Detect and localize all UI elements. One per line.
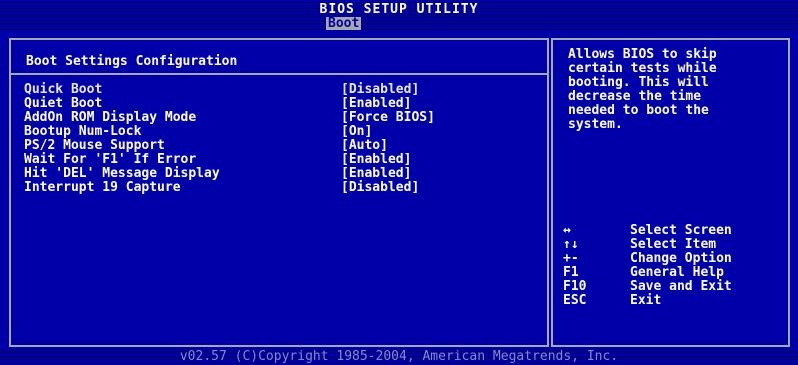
left-right-arrow-icon: ↔ <box>563 223 571 238</box>
setting-value[interactable]: [Disabled] <box>341 181 419 195</box>
setting-value[interactable]: [Disabled] <box>341 83 419 97</box>
setting-label: Hit 'DEL' Message Display <box>24 166 220 181</box>
help-line: decrease the time <box>568 89 702 104</box>
app-title: BIOS SETUP UTILITY <box>319 2 479 17</box>
setting-interrupt-19-capture[interactable]: Interrupt 19 Capture [Disabled] <box>24 181 524 195</box>
setting-label: PS/2 Mouse Support <box>24 138 165 153</box>
key-description: Save and Exit <box>630 279 732 294</box>
help-line: booting. This will <box>568 75 709 90</box>
setting-label: AddOn ROM Display Mode <box>24 110 197 125</box>
setting-wait-for-f1[interactable]: Wait For 'F1' If Error [Enabled] <box>24 153 524 167</box>
heading-divider <box>11 73 547 75</box>
setting-value[interactable]: [Force BIOS] <box>341 111 435 125</box>
up-down-arrow-icon: ↑↓ <box>563 237 579 252</box>
footer-bar: v02.57 (C)Copyright 1985-2004, American … <box>0 348 798 365</box>
setting-addon-rom-display-mode[interactable]: AddOn ROM Display Mode [Force BIOS] <box>24 111 524 125</box>
help-line: certain tests while <box>568 61 717 76</box>
copyright-text: v02.57 (C)Copyright 1985-2004, American … <box>179 349 619 364</box>
setting-quick-boot[interactable]: Quick Boot [Disabled] <box>24 83 524 97</box>
setting-hit-del-message[interactable]: Hit 'DEL' Message Display [Enabled] <box>24 167 524 181</box>
settings-panel: Boot Settings Configuration Quick Boot [… <box>9 38 549 347</box>
esc-key: ESC <box>563 293 587 308</box>
key-description: General Help <box>630 265 724 280</box>
setting-value[interactable]: [Enabled] <box>341 167 411 181</box>
plus-minus-key: +- <box>563 251 579 266</box>
key-description: Select Item <box>630 237 717 252</box>
setting-value[interactable]: [Auto] <box>341 139 388 153</box>
help-line: Allows BIOS to skip <box>568 47 717 62</box>
help-line: needed to boot the <box>568 103 709 118</box>
setting-label: Interrupt 19 Capture <box>24 180 181 195</box>
tab-boot[interactable]: Boot <box>326 17 362 30</box>
setting-bootup-num-lock[interactable]: Bootup Num-Lock [On] <box>24 125 524 139</box>
title-bar: BIOS SETUP UTILITY Boot <box>0 0 798 30</box>
key-description: Select Screen <box>630 223 732 238</box>
f10-key: F10 <box>563 279 587 294</box>
help-panel: Allows BIOS to skip certain tests while … <box>551 38 790 347</box>
setting-value[interactable]: [Enabled] <box>341 153 411 167</box>
setting-label: Bootup Num-Lock <box>24 124 142 139</box>
help-text: Allows BIOS to skip certain tests while … <box>568 48 783 132</box>
key-description: Exit <box>630 293 662 308</box>
setting-label: Wait For 'F1' If Error <box>24 152 197 167</box>
section-heading: Boot Settings Configuration <box>26 54 238 69</box>
setting-value[interactable]: [On] <box>341 125 372 139</box>
help-line: system. <box>568 117 623 132</box>
f1-key: F1 <box>563 265 579 280</box>
setting-quiet-boot[interactable]: Quiet Boot [Enabled] <box>24 97 524 111</box>
setting-ps2-mouse-support[interactable]: PS/2 Mouse Support [Auto] <box>24 139 524 153</box>
key-description: Change Option <box>630 251 732 266</box>
setting-value[interactable]: [Enabled] <box>341 97 411 111</box>
setting-label: Quiet Boot <box>24 96 103 111</box>
setting-label: Quick Boot <box>24 82 103 97</box>
